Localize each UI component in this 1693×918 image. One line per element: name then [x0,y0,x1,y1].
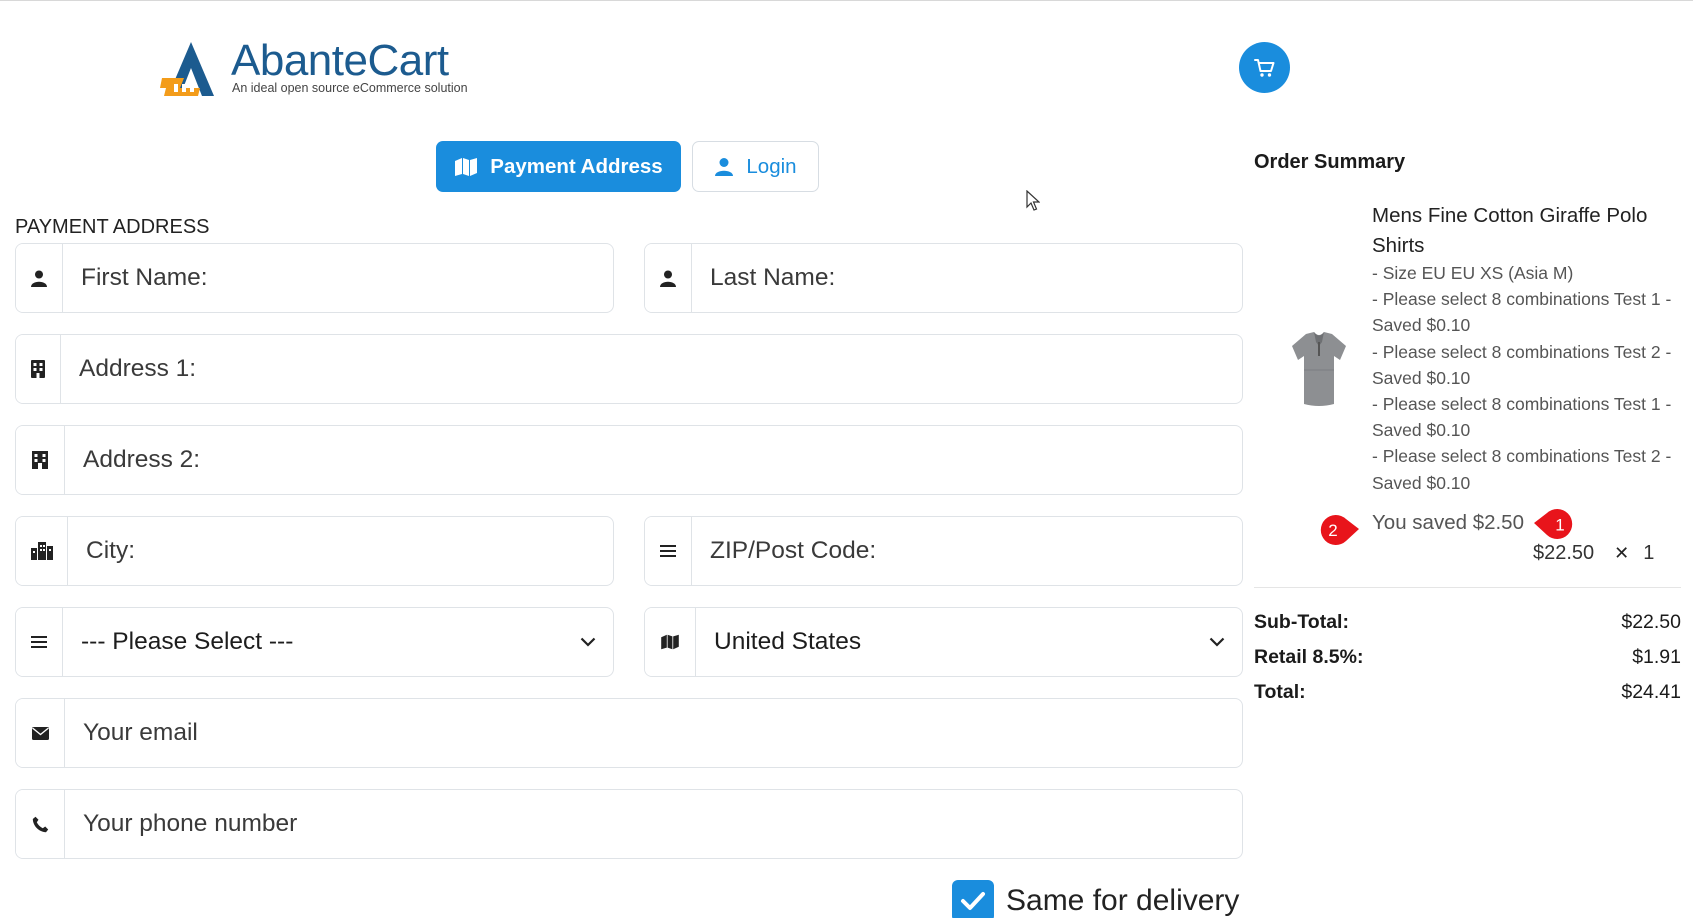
product-option: - Size EU EU XS (Asia M) [1372,263,1574,283]
product-price-line: $22.50 ✕ 1 [1533,542,1654,565]
product-option: - Please select 8 combinations Test 1 - … [1372,289,1672,336]
cart-button[interactable] [1239,42,1290,93]
zone-selected-value: --- Please Select --- [81,628,294,655]
login-step-label: Login [746,154,797,178]
payment-address-step-label: Payment Address [490,154,663,178]
marker-2-label: 2 [1328,521,1337,540]
checkbox-checked-icon[interactable] [952,880,994,918]
abantecart-logo-icon [160,42,214,96]
marker-1-label: 1 [1555,516,1564,535]
logo-tagline: An ideal open source eCommerce solution [232,81,468,95]
you-saved-text: You saved $2.50 [1372,511,1524,534]
product-options: - Size EU EU XS (Asia M) - Please select… [1372,260,1672,496]
map-icon [645,608,696,676]
country-selected-value: United States [714,628,862,655]
subtotal-row: Sub-Total: $22.50 [1254,611,1681,634]
tax-label: Retail 8.5%: [1254,646,1364,668]
menu-lines-icon [16,608,63,676]
city-icon [16,517,68,585]
subtotal-label: Sub-Total: [1254,611,1349,633]
total-label: Total: [1254,681,1306,703]
login-step-button[interactable]: Login [692,141,819,192]
product-quantity: 1 [1643,542,1655,564]
same-for-delivery-label: Same for delivery [1006,884,1240,917]
address2-field[interactable]: Address 2: [15,425,1243,495]
envelope-icon [16,699,65,767]
zip-placeholder: ZIP/Post Code: [710,537,877,564]
tax-value: $1.91 [1632,646,1681,668]
zone-select[interactable]: --- Please Select --- [15,607,614,677]
menu-lines-icon [645,517,692,585]
user-icon [16,244,63,312]
first-name-placeholder: First Name: [81,264,208,291]
email-field[interactable]: Your email [15,698,1243,768]
country-select[interactable]: United States [644,607,1243,677]
order-summary-title: Order Summary [1254,151,1406,173]
logo[interactable]: AbanteCart An ideal open source eCommerc… [160,36,490,106]
address1-placeholder: Address 1: [79,355,197,382]
product-name[interactable]: Mens Fine Cotton Giraffe Polo Shirts [1372,201,1672,261]
first-name-field[interactable]: First Name: [15,243,614,313]
subtotal-value: $22.50 [1621,611,1681,633]
times-icon: ✕ [1614,543,1630,563]
chevron-down-icon [1192,608,1242,676]
city-placeholder: City: [86,537,135,564]
mouse-cursor-icon [1026,190,1040,211]
building-icon [16,335,61,403]
phone-placeholder: Your phone number [83,810,298,837]
phone-icon [16,790,65,858]
product-option: - Please select 8 combinations Test 2 - … [1372,446,1672,493]
top-border [0,0,1693,1]
product-option: - Please select 8 combinations Test 1 - … [1372,394,1672,441]
annotation-marker-1: 1 [1534,509,1573,539]
shopping-cart-icon [1253,58,1274,77]
annotation-marker-2: 2 [1320,515,1359,545]
same-for-delivery-checkbox[interactable]: Same for delivery [952,880,1239,918]
address1-field[interactable]: Address 1: [15,334,1243,404]
hotel-icon [16,426,65,494]
email-placeholder: Your email [83,719,198,746]
total-value: $24.41 [1621,681,1681,703]
payment-address-heading: PAYMENT ADDRESS [15,216,210,238]
phone-field[interactable]: Your phone number [15,789,1243,859]
summary-divider [1254,587,1681,588]
tax-row: Retail 8.5%: $1.91 [1254,646,1681,669]
last-name-field[interactable]: Last Name: [644,243,1243,313]
payment-address-step-button[interactable]: Payment Address [436,141,681,192]
chevron-down-icon [563,608,613,676]
last-name-placeholder: Last Name: [710,264,836,291]
user-icon [715,157,734,176]
product-price: $22.50 [1533,542,1595,564]
total-row: Total: $24.41 [1254,681,1681,704]
user-icon [645,244,692,312]
address2-placeholder: Address 2: [83,446,201,473]
product-image[interactable] [1288,330,1350,408]
city-field[interactable]: City: [15,516,614,586]
logo-title: AbanteCart [231,36,449,85]
map-icon [455,157,478,176]
zip-field[interactable]: ZIP/Post Code: [644,516,1243,586]
product-option: - Please select 8 combinations Test 2 - … [1372,341,1672,388]
